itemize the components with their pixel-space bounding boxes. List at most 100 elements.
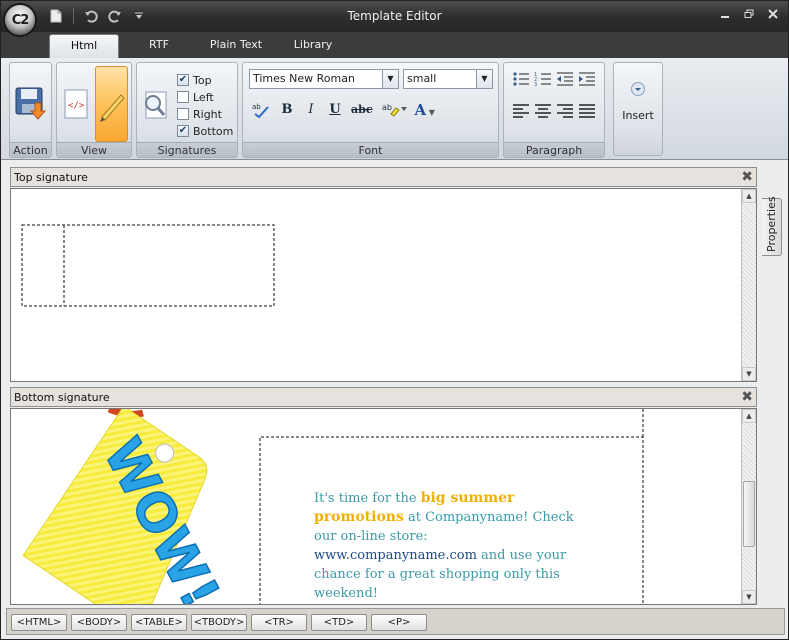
signature-top-option[interactable]: ✔ Top <box>177 72 212 88</box>
chevron-down-icon[interactable]: ▼ <box>382 70 398 88</box>
restore-icon[interactable] <box>742 7 756 21</box>
breadcrumb-td[interactable]: <TD> <box>311 614 367 631</box>
properties-tab-label: Properties <box>765 196 778 252</box>
promo-url[interactable]: www.companyname.com <box>314 548 477 563</box>
scroll-down-icon[interactable]: ▼ <box>742 367 756 381</box>
magnifier-icon <box>145 91 167 119</box>
justify-icon[interactable] <box>578 103 596 119</box>
numbered-list-icon[interactable]: 123 <box>534 71 552 87</box>
close-icon[interactable]: ✖ <box>741 390 753 404</box>
wow-tag-image: WOW! <box>22 409 231 604</box>
tab-html[interactable]: Html <box>49 34 119 58</box>
group-signatures: ✔ Top Left Right ✔ Bottom Signatures <box>136 62 238 158</box>
minimize-icon[interactable] <box>718 7 732 21</box>
underline-button[interactable]: U <box>327 100 343 120</box>
ribbon: Action </> View ✔ Top Left Right ✔ Botto… <box>1 58 788 160</box>
bottom-signature-title: Bottom signature <box>14 391 110 404</box>
window-title: Template Editor <box>347 9 442 23</box>
group-label-font: Font <box>243 142 498 157</box>
breadcrumb-table[interactable]: <TABLE> <box>131 614 187 631</box>
chevron-down-icon[interactable]: ▼ <box>476 70 492 88</box>
svg-text:ab: ab <box>252 103 261 111</box>
bold-button[interactable]: B <box>279 100 295 120</box>
breadcrumb-tbody[interactable]: <TBODY> <box>191 614 247 631</box>
checkbox-bottom[interactable]: ✔ <box>177 125 189 137</box>
top-signature-title: Top signature <box>14 171 88 184</box>
view-design-button[interactable] <box>95 66 128 142</box>
breadcrumb-p[interactable]: <P> <box>371 614 427 631</box>
strikethrough-button[interactable]: abc <box>351 100 373 120</box>
template-editor-window: C2 Template Editor Html RTF Plain Text L… <box>0 0 789 640</box>
font-color-button[interactable]: A ▼ <box>415 100 435 120</box>
checkbox-right[interactable] <box>177 108 189 120</box>
highlight-color-button[interactable]: ab <box>381 100 407 120</box>
spell-check-icon[interactable]: ab <box>251 100 271 120</box>
dropdown-circle-icon <box>631 82 645 96</box>
svg-text:</>: </> <box>68 101 85 111</box>
scroll-down-icon[interactable]: ▼ <box>742 590 756 604</box>
breadcrumb-body[interactable]: <BODY> <box>71 614 127 631</box>
group-action: Action <box>9 62 52 158</box>
increase-indent-icon[interactable] <box>578 71 596 87</box>
italic-button[interactable]: I <box>303 100 319 120</box>
scroll-up-icon[interactable]: ▲ <box>742 409 756 423</box>
save-button[interactable] <box>12 66 49 142</box>
align-left-icon[interactable] <box>512 103 530 119</box>
bottom-scrollbar[interactable]: ▲ ▼ <box>741 409 756 604</box>
decrease-indent-icon[interactable] <box>556 71 574 87</box>
title-bar: C2 Template Editor <box>1 1 788 37</box>
checkbox-top-label: Top <box>193 73 212 87</box>
top-signature-editor[interactable]: ▲ ▼ <box>10 188 757 382</box>
font-size-value: small <box>407 72 437 85</box>
group-label-signatures: Signatures <box>137 142 237 157</box>
close-icon[interactable] <box>766 7 780 21</box>
group-label-paragraph: Paragraph <box>504 142 604 157</box>
group-view: </> View <box>56 62 132 158</box>
ribbon-tabs: Html RTF Plain Text Library <box>1 32 788 58</box>
insert-button[interactable]: Insert <box>613 62 663 156</box>
top-scrollbar[interactable]: ▲ ▼ <box>741 189 756 381</box>
signature-left-option[interactable]: Left <box>177 89 214 105</box>
app-logo: C2 <box>11 12 30 28</box>
signature-preview-button[interactable] <box>139 66 173 142</box>
bullet-list-icon[interactable] <box>512 71 530 87</box>
tab-rtf[interactable]: RTF <box>129 34 189 58</box>
checkbox-right-label: Right <box>193 107 222 121</box>
bottom-signature-editor[interactable]: WOW! It's time for the big summer promot… <box>10 408 757 605</box>
view-html-source-button[interactable]: </> <box>60 66 94 142</box>
svg-text:3: 3 <box>534 82 537 87</box>
align-right-icon[interactable] <box>556 103 574 119</box>
breadcrumb-html[interactable]: <HTML> <box>11 614 67 631</box>
group-label-view: View <box>57 142 131 157</box>
html-source-icon: </> <box>64 89 88 119</box>
window-controls <box>718 7 780 21</box>
checkbox-top[interactable]: ✔ <box>177 74 189 86</box>
align-center-icon[interactable] <box>534 103 552 119</box>
tag-breadcrumb-bar: <HTML> <BODY> <TABLE> <TBODY> <TR> <TD> … <box>6 608 785 635</box>
tab-plain-text[interactable]: Plain Text <box>199 34 273 58</box>
scroll-up-icon[interactable]: ▲ <box>742 189 756 203</box>
insert-label: Insert <box>622 109 654 122</box>
font-size-select[interactable]: small ▼ <box>403 69 493 89</box>
promo-paragraph[interactable]: It's time for the big summer promotions … <box>314 489 594 603</box>
app-menu-orb[interactable]: C2 <box>3 3 37 37</box>
group-label-action: Action <box>10 142 51 157</box>
scroll-thumb[interactable] <box>743 481 755 547</box>
signature-bottom-option[interactable]: ✔ Bottom <box>177 123 233 139</box>
promo-text-1: It's time for the <box>314 491 421 506</box>
breadcrumb-tr[interactable]: <TR> <box>251 614 307 631</box>
svg-text:ab: ab <box>382 103 392 112</box>
save-icon <box>15 87 47 120</box>
signature-right-option[interactable]: Right <box>177 106 222 122</box>
tab-library[interactable]: Library <box>283 34 343 58</box>
group-paragraph: 123 Paragraph <box>503 62 605 158</box>
checkbox-left-label: Left <box>193 90 214 104</box>
checkbox-left[interactable] <box>177 91 189 103</box>
properties-tab[interactable]: Properties <box>762 196 782 256</box>
close-icon[interactable]: ✖ <box>741 170 753 184</box>
signature-table-outline <box>21 224 275 307</box>
font-format-buttons: ab B I U abc ab A ▼ <box>251 99 435 121</box>
bottom-signature-header: Bottom signature ✖ <box>10 387 757 407</box>
font-family-select[interactable]: Times New Roman ▼ <box>249 69 399 89</box>
checkbox-bottom-label: Bottom <box>193 124 234 138</box>
